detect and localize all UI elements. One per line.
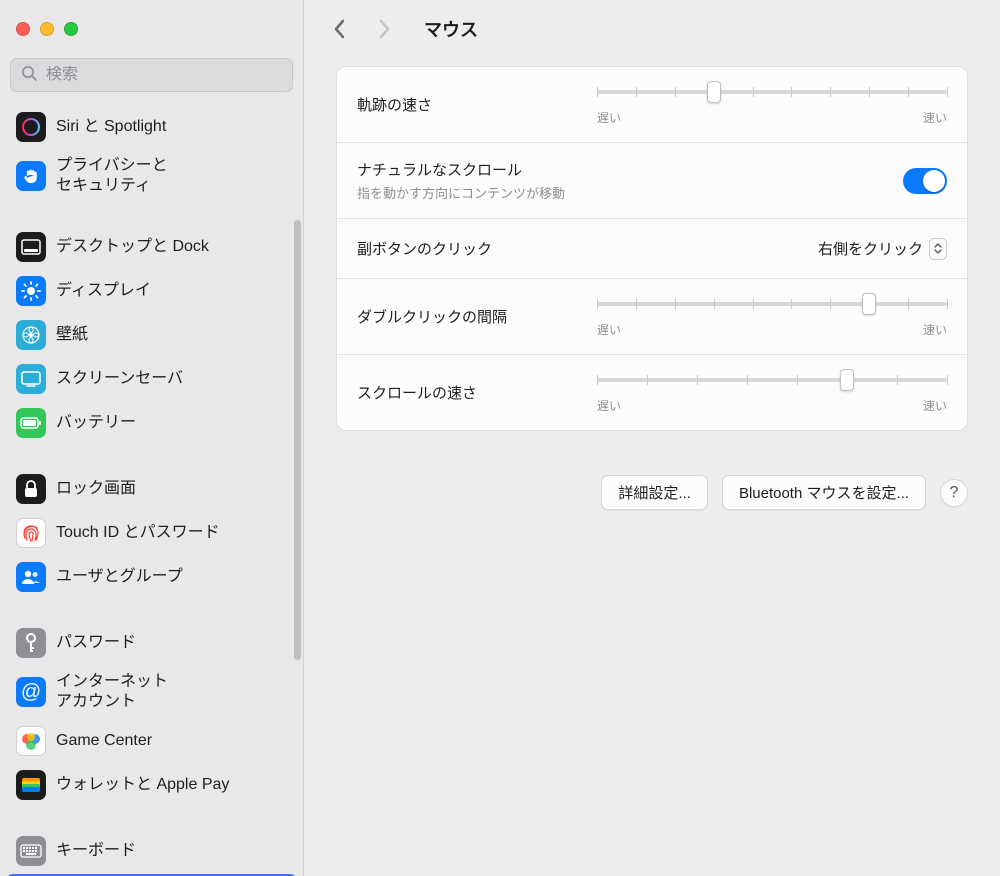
settings-window: Siri と Spotlight プライバシーと セキュリティデスクトップと Do… bbox=[0, 0, 1000, 876]
row-secondary-click: 副ボタンのクリック 右側をクリック bbox=[337, 219, 967, 279]
scroll-speed-label: スクロールの速さ bbox=[357, 382, 581, 403]
sidebar-item[interactable]: Siri と Spotlight bbox=[6, 106, 297, 148]
sidebar-item-label: ウォレットと Apple Pay bbox=[56, 775, 229, 795]
advanced-button[interactable]: 詳細設定... bbox=[601, 475, 708, 510]
fingerprint-icon bbox=[16, 518, 46, 548]
sidebar-item[interactable]: スクリーンセーバ bbox=[6, 358, 297, 400]
sidebar-item-label: ディスプレイ bbox=[56, 281, 151, 301]
sidebar-item-label: キーボード bbox=[56, 841, 136, 861]
sidebar-item[interactable]: プライバシーと セキュリティ bbox=[6, 150, 297, 202]
slider-max-label: 速い bbox=[923, 109, 947, 126]
screensaver-icon bbox=[16, 364, 46, 394]
sidebar-scrollbar-thumb[interactable] bbox=[294, 220, 301, 660]
at-icon: @ bbox=[16, 677, 46, 707]
secondary-click-label: 副ボタンのクリック bbox=[357, 238, 802, 259]
row-tracking-speed: 軌跡の速さ 遅い 速い bbox=[337, 67, 967, 143]
hand-icon bbox=[16, 161, 46, 191]
sidebar-item-label: ユーザとグループ bbox=[56, 567, 183, 587]
key-icon bbox=[16, 628, 46, 658]
footer: 詳細設定... Bluetooth マウスを設定... ? bbox=[304, 455, 1000, 510]
sidebar-item[interactable]: バッテリー bbox=[6, 402, 297, 444]
sidebar-item-label: Touch ID とパスワード bbox=[56, 523, 220, 543]
search-input[interactable] bbox=[46, 66, 282, 84]
sidebar: Siri と Spotlight プライバシーと セキュリティデスクトップと Do… bbox=[0, 0, 304, 876]
close-window-button[interactable] bbox=[16, 22, 30, 36]
page-title: マウス bbox=[424, 16, 478, 42]
gamecenter-icon bbox=[16, 726, 46, 756]
updown-icon bbox=[929, 238, 947, 260]
sidebar-item-label: デスクトップと Dock bbox=[56, 237, 209, 257]
scroll-speed-slider[interactable] bbox=[597, 371, 947, 389]
slider-knob[interactable] bbox=[707, 81, 721, 103]
slider-min-label: 遅い bbox=[597, 321, 621, 338]
sidebar-item-label: プライバシーと セキュリティ bbox=[56, 156, 168, 196]
slider-min-label: 遅い bbox=[597, 109, 621, 126]
sidebar-item-label: 壁紙 bbox=[56, 325, 88, 345]
sidebar-item-label: Game Center bbox=[56, 731, 152, 751]
sidebar-item-label: スクリーンセーバ bbox=[56, 369, 183, 389]
tracking-speed-slider[interactable] bbox=[597, 83, 947, 101]
settings-panel: 軌跡の速さ 遅い 速い ナチュラルなスクロ bbox=[336, 66, 968, 431]
main-header: マウス bbox=[304, 0, 1000, 58]
sidebar-list: Siri と Spotlight プライバシーと セキュリティデスクトップと Do… bbox=[6, 106, 297, 876]
sidebar-item[interactable]: デスクトップと Dock bbox=[6, 226, 297, 268]
main-panel: マウス 軌跡の速さ 遅い 速い bbox=[304, 0, 1000, 876]
window-controls bbox=[0, 0, 303, 58]
help-button[interactable]: ? bbox=[940, 479, 968, 507]
sidebar-item[interactable]: Game Center bbox=[6, 720, 297, 762]
slider-knob[interactable] bbox=[862, 293, 876, 315]
slider-min-label: 遅い bbox=[597, 397, 621, 414]
search-field[interactable] bbox=[10, 58, 293, 92]
sidebar-item-label: バッテリー bbox=[56, 413, 136, 433]
sidebar-scrollbar[interactable] bbox=[293, 120, 303, 876]
sidebar-item[interactable]: ウォレットと Apple Pay bbox=[6, 764, 297, 806]
sidebar-item[interactable]: 壁紙 bbox=[6, 314, 297, 356]
sidebar-item[interactable]: パスワード bbox=[6, 622, 297, 664]
nav-back-button[interactable] bbox=[328, 17, 352, 41]
wallet-icon bbox=[16, 770, 46, 800]
tracking-speed-label: 軌跡の速さ bbox=[357, 94, 581, 115]
double-click-speed-label: ダブルクリックの間隔 bbox=[357, 306, 581, 327]
toggle-knob bbox=[923, 170, 945, 192]
sidebar-item-label: Siri と Spotlight bbox=[56, 117, 166, 137]
secondary-click-value: 右側をクリック bbox=[818, 238, 923, 259]
users-icon bbox=[16, 562, 46, 592]
slider-max-label: 速い bbox=[923, 321, 947, 338]
row-scroll-speed: スクロールの速さ 遅い 速い bbox=[337, 355, 967, 430]
sidebar-item[interactable]: ユーザとグループ bbox=[6, 556, 297, 598]
slider-knob[interactable] bbox=[840, 369, 854, 391]
row-natural-scroll: ナチュラルなスクロール 指を動かす方向にコンテンツが移動 bbox=[337, 143, 967, 219]
wallpaper-icon bbox=[16, 320, 46, 350]
sidebar-item-label: ロック画面 bbox=[56, 479, 136, 499]
siri-icon bbox=[16, 112, 46, 142]
bluetooth-setup-button[interactable]: Bluetooth マウスを設定... bbox=[722, 475, 926, 510]
dock-icon bbox=[16, 232, 46, 262]
slider-max-label: 速い bbox=[923, 397, 947, 414]
sidebar-item[interactable]: ロック画面 bbox=[6, 468, 297, 510]
secondary-click-select[interactable]: 右側をクリック bbox=[818, 238, 947, 260]
sidebar-item[interactable]: @ インターネット アカウント bbox=[6, 666, 297, 718]
search-icon bbox=[21, 65, 38, 86]
sidebar-item[interactable]: キーボード bbox=[6, 830, 297, 872]
natural-scroll-toggle[interactable] bbox=[903, 168, 947, 194]
nav-forward-button bbox=[372, 17, 396, 41]
lock-icon bbox=[16, 474, 46, 504]
maximize-window-button[interactable] bbox=[64, 22, 78, 36]
natural-scroll-sublabel: 指を動かす方向にコンテンツが移動 bbox=[357, 183, 887, 202]
sidebar-item[interactable]: Touch ID とパスワード bbox=[6, 512, 297, 554]
minimize-window-button[interactable] bbox=[40, 22, 54, 36]
sidebar-item-label: パスワード bbox=[56, 633, 136, 653]
keyboard-icon bbox=[16, 836, 46, 866]
brightness-icon bbox=[16, 276, 46, 306]
sidebar-item-label: インターネット アカウント bbox=[56, 672, 168, 712]
double-click-speed-slider[interactable] bbox=[597, 295, 947, 313]
natural-scroll-label: ナチュラルなスクロール bbox=[357, 159, 887, 180]
sidebar-item[interactable]: ディスプレイ bbox=[6, 270, 297, 312]
row-double-click-speed: ダブルクリックの間隔 遅い 速い bbox=[337, 279, 967, 355]
battery-icon bbox=[16, 408, 46, 438]
